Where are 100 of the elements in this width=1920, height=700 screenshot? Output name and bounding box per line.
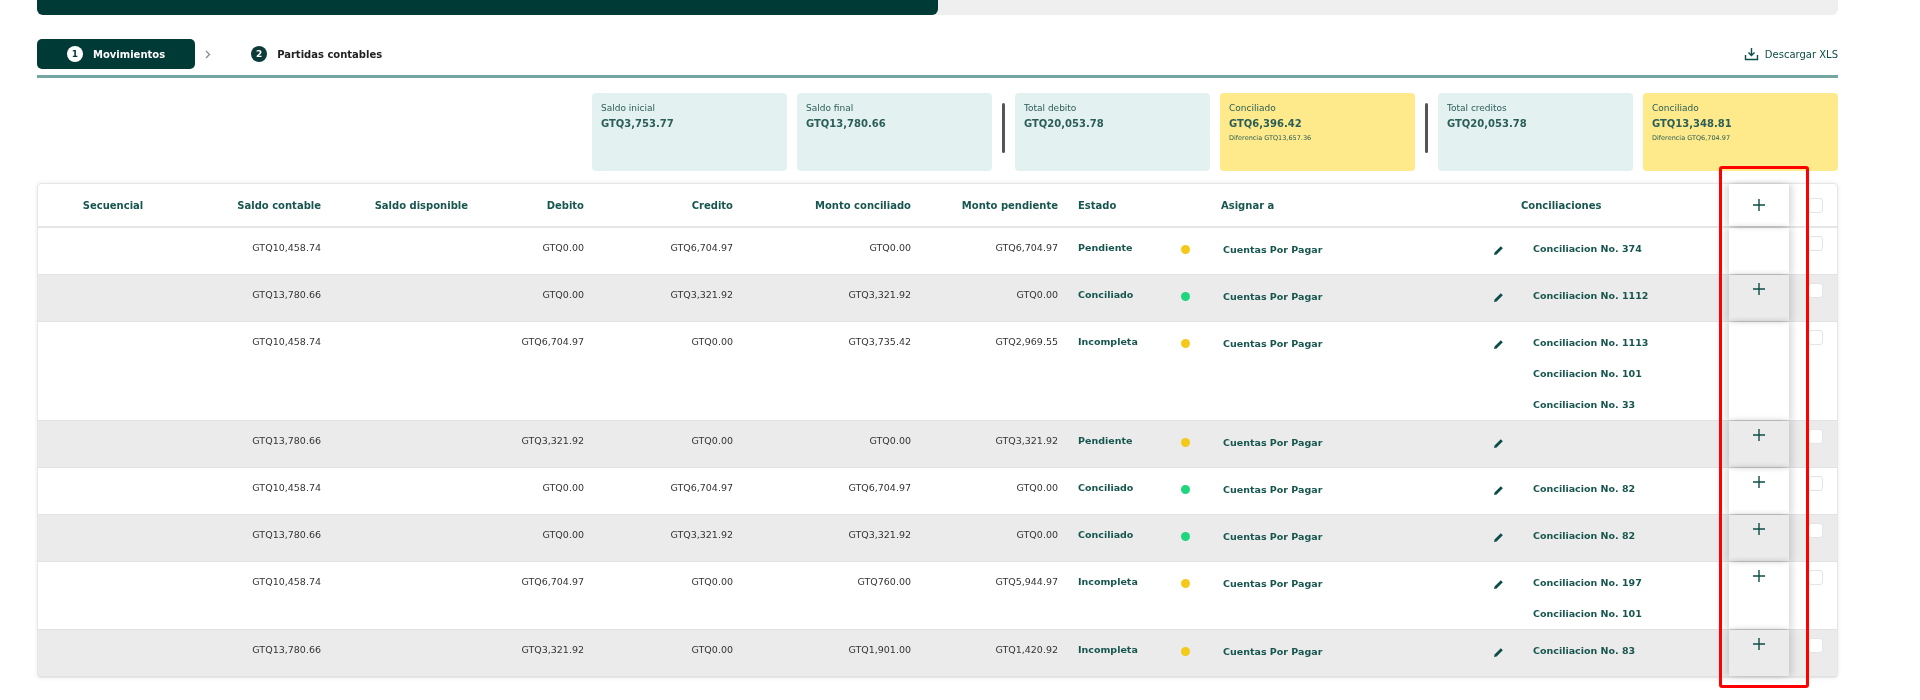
status-text: Conciliado xyxy=(1077,288,1135,302)
table-cell-text: GTQ0.00 xyxy=(868,434,912,448)
download-icon xyxy=(1743,47,1759,61)
card-label: Total debito xyxy=(1024,103,1078,113)
edit-icon[interactable] xyxy=(1493,532,1504,543)
plus-icon xyxy=(1753,523,1765,535)
status-text: Conciliado xyxy=(1077,528,1135,542)
plus-icon xyxy=(1753,476,1765,488)
assign-link[interactable]: Cuentas Por Pagar xyxy=(1211,322,1471,420)
table-cell-text: GTQ6,704.97 xyxy=(994,241,1059,255)
column-header: Debito xyxy=(545,199,585,211)
table-cell-text: GTQ13,780.66 xyxy=(251,643,322,657)
step-tab[interactable]: 2 Partidas contables xyxy=(221,39,413,69)
conciliation-link[interactable]: Conciliacion No. 33 xyxy=(1533,399,1719,410)
table-cell-text: GTQ5,944.97 xyxy=(994,575,1059,589)
edit-icon[interactable] xyxy=(1493,438,1504,449)
plus-icon xyxy=(1753,570,1765,582)
edit-icon[interactable] xyxy=(1493,647,1504,658)
table-cell-text: GTQ0.00 xyxy=(1015,481,1059,495)
assign-link[interactable]: Cuentas Por Pagar xyxy=(1211,275,1471,321)
table-cell-text: GTQ10,458.74 xyxy=(251,481,322,495)
card-label: Conciliado xyxy=(1652,103,1700,113)
column-header: Monto conciliado xyxy=(814,199,912,211)
table-cell-text: GTQ0.00 xyxy=(868,241,912,255)
column-header: Conciliaciones xyxy=(1520,199,1603,211)
card-value: GTQ13,780.66 xyxy=(806,118,887,129)
conciliation-link[interactable]: Conciliacion No. 82 xyxy=(1533,483,1719,494)
plus-icon xyxy=(1753,199,1765,211)
card-label: Total creditos xyxy=(1447,103,1508,113)
status-text: Pendiente xyxy=(1077,434,1134,448)
step-tab[interactable]: 1 Movimientos xyxy=(37,39,196,69)
assign-link[interactable]: Cuentas Por Pagar xyxy=(1211,421,1471,467)
card-value: GTQ20,053.78 xyxy=(1447,118,1528,129)
conciliation-link[interactable]: Conciliacion No. 374 xyxy=(1533,243,1719,254)
assign-link[interactable]: Cuentas Por Pagar xyxy=(1211,630,1471,676)
column-header: Saldo contable xyxy=(236,199,322,211)
table-cell-text: GTQ13,780.66 xyxy=(251,434,322,448)
table-cell-text: GTQ760.00 xyxy=(856,575,912,589)
table-cell-text: GTQ10,458.74 xyxy=(251,241,322,255)
download-button[interactable]: Descargar XLS xyxy=(1743,47,1838,61)
column-header: Asignar a xyxy=(1220,199,1276,211)
table-cell-text: GTQ3,321.92 xyxy=(669,528,734,542)
column-header: Credito xyxy=(690,199,734,211)
table-cell-text: GTQ2,969.55 xyxy=(994,335,1059,349)
table-cell-text: GTQ1,420.92 xyxy=(994,643,1059,657)
table-cell-text: GTQ6,704.97 xyxy=(520,335,585,349)
conciliation-link[interactable]: Conciliacion No. 101 xyxy=(1533,608,1719,619)
status-text: Incompleta xyxy=(1077,643,1139,657)
card-value: GTQ13,348.81 xyxy=(1652,118,1733,129)
table-cell-text: GTQ3,735.42 xyxy=(847,335,912,349)
table-cell-text: GTQ0.00 xyxy=(541,241,585,255)
table-cell-text: GTQ6,704.97 xyxy=(669,481,734,495)
edit-icon[interactable] xyxy=(1493,292,1504,303)
table-cell-text: GTQ0.00 xyxy=(690,434,734,448)
column-header: Secuencial xyxy=(81,199,145,211)
table-cell-text: GTQ10,458.74 xyxy=(251,575,322,589)
table-cell-text: GTQ0.00 xyxy=(541,528,585,542)
edit-icon[interactable] xyxy=(1493,579,1504,590)
table-cell-text: GTQ3,321.92 xyxy=(520,643,585,657)
table-cell-text: GTQ0.00 xyxy=(690,335,734,349)
conciliation-link[interactable]: Conciliacion No. 82 xyxy=(1533,530,1719,541)
table-cell-text: GTQ3,321.92 xyxy=(847,288,912,302)
status-text: Incompleta xyxy=(1077,575,1139,589)
table-cell-text: GTQ0.00 xyxy=(541,481,585,495)
table-cell-text: GTQ0.00 xyxy=(1015,528,1059,542)
table-cell-text: GTQ3,321.92 xyxy=(669,288,734,302)
column-header: Saldo disponible xyxy=(373,199,469,211)
card-label: Saldo final xyxy=(806,103,855,113)
table-cell-text: GTQ6,704.97 xyxy=(669,241,734,255)
conciliation-link[interactable]: Conciliacion No. 1113 xyxy=(1533,337,1719,348)
table-cell-text: GTQ0.00 xyxy=(541,288,585,302)
assign-link[interactable]: Cuentas Por Pagar xyxy=(1211,562,1471,629)
status-text: Pendiente xyxy=(1077,241,1134,255)
conciliation-link[interactable]: Conciliacion No. 101 xyxy=(1533,368,1719,379)
status-text: Conciliado xyxy=(1077,481,1135,495)
edit-icon[interactable] xyxy=(1493,339,1504,350)
plus-icon xyxy=(1753,638,1765,650)
assign-link[interactable]: Cuentas Por Pagar xyxy=(1211,515,1471,561)
assign-link[interactable]: Cuentas Por Pagar xyxy=(1211,228,1471,274)
card-value: GTQ20,053.78 xyxy=(1024,118,1105,129)
table-cell-text: GTQ6,704.97 xyxy=(520,575,585,589)
table-cell-text: GTQ0.00 xyxy=(690,643,734,657)
chevron-icon xyxy=(205,49,212,59)
edit-icon[interactable] xyxy=(1493,245,1504,256)
conciliation-link[interactable]: Conciliacion No. 197 xyxy=(1533,577,1719,588)
conciliation-link[interactable]: Conciliacion No. 1112 xyxy=(1533,290,1719,301)
assign-link[interactable]: Cuentas Por Pagar xyxy=(1211,468,1471,514)
conciliation-link[interactable]: Conciliacion No. 83 xyxy=(1533,645,1719,656)
table-cell-text: GTQ13,780.66 xyxy=(251,528,322,542)
column-header: Estado xyxy=(1077,199,1118,211)
table-cell-text: GTQ0.00 xyxy=(1015,288,1059,302)
card-label: Conciliado xyxy=(1229,103,1277,113)
table-cell-text: GTQ1,901.00 xyxy=(847,643,912,657)
column-header: Monto pendiente xyxy=(960,199,1059,211)
table-cell-text: GTQ6,704.97 xyxy=(847,481,912,495)
status-text: Incompleta xyxy=(1077,335,1139,349)
edit-icon[interactable] xyxy=(1493,485,1504,496)
table-cell-text: GTQ0.00 xyxy=(690,575,734,589)
table-cell-text: GTQ10,458.74 xyxy=(251,335,322,349)
card-value: GTQ6,396.42 xyxy=(1229,118,1303,129)
